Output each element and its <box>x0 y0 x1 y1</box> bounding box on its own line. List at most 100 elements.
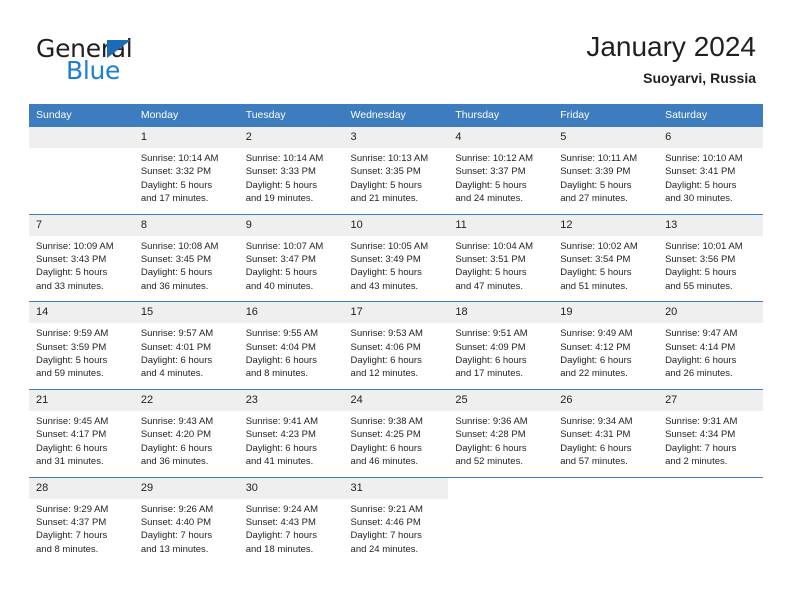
daylight-duration-line1: Daylight: 7 hours <box>140 530 213 542</box>
sunset-time: Sunset: 4:17 PM <box>36 429 107 441</box>
sunset-time: Sunset: 3:39 PM <box>560 166 631 178</box>
day-details: Sunrise: 9:26 AM Sunset: 4:40 PM Daylight:… <box>134 499 239 565</box>
day-number: 5 <box>553 127 659 148</box>
sunrise-time: Sunrise: 9:36 AM <box>455 415 528 427</box>
daylight-duration-line2: and 36 minutes. <box>140 280 209 292</box>
day-details: Sunrise: 10:04 AM Sunset: 3:51 PM Daylight… <box>448 236 553 302</box>
day-details: Sunrise: 10:08 AM Sunset: 3:45 PM Daylight… <box>134 236 239 302</box>
daylight-duration-line1: Daylight: 6 hours <box>455 355 527 367</box>
sunrise-time: Sunrise: 10:04 AM <box>455 240 534 252</box>
calendar-day-cell[interactable]: 4 Sunrise: 10:12 AM Sunset: 3:37 PM Dayligh… <box>448 126 554 215</box>
calendar-day-cell[interactable]: 12 Sunrise: 10:02 AM Sunset: 3:54 PM Daylig… <box>553 213 659 302</box>
day-details: Sunrise: 10:07 AM Sunset: 3:47 PM Daylight… <box>239 236 344 302</box>
daylight-duration-line1: Daylight: 6 hours <box>560 355 632 367</box>
sunset-time: Sunset: 4:28 PM <box>455 429 526 441</box>
calendar-day-cell[interactable]: 19 Sunrise: 9:49 AM Sunset: 4:12 PM Dayligh… <box>553 301 659 390</box>
daylight-duration-line2: and 24 minutes. <box>350 543 419 555</box>
day-number: 20 <box>658 302 763 324</box>
sunset-time: Sunset: 3:32 PM <box>140 166 212 178</box>
calendar-day-cell[interactable]: 29 Sunrise: 9:26 AM Sunset: 4:40 PM Dayligh… <box>133 476 239 565</box>
calendar-day-cell[interactable]: 24 Sunrise: 9:38 AM Sunset: 4:25 PM Dayligh… <box>343 388 449 477</box>
calendar-day-cell[interactable]: 7 Sunrise: 10:09 AM Sunset: 3:43 PM Dayligh… <box>29 213 134 302</box>
daylight-duration-line2: and 59 minutes. <box>36 368 104 380</box>
daylight-duration-line2: and 4 minutes. <box>140 368 204 380</box>
sunset-time: Sunset: 3:45 PM <box>140 254 212 266</box>
calendar-day-cell[interactable]: 6 Sunrise: 10:10 AM Sunset: 3:41 PM Dayligh… <box>658 126 763 215</box>
sunset-time: Sunset: 4:23 PM <box>245 429 316 441</box>
calendar-day-cell[interactable]: 25 Sunrise: 9:36 AM Sunset: 4:28 PM Dayligh… <box>448 388 554 477</box>
calendar-day-cell[interactable]: 8 Sunrise: 10:08 AM Sunset: 3:45 PM Dayligh… <box>133 213 239 302</box>
day-details: Sunrise: 10:01 AM Sunset: 3:56 PM Daylight… <box>658 236 763 302</box>
day-number: 16 <box>238 302 344 324</box>
daylight-duration-line1: Daylight: 5 hours <box>245 179 317 191</box>
calendar-week-row: 28 Sunrise: 9:29 AM Sunset: 4:37 PM Dayligh… <box>29 476 763 565</box>
day-details: Sunrise: 10:10 AM Sunset: 3:41 PM Daylight… <box>658 148 763 214</box>
calendar-day-cell[interactable]: 14 Sunrise: 9:59 AM Sunset: 3:59 PM Dayligh… <box>29 301 134 390</box>
day-details: Sunrise: 9:49 AM Sunset: 4:12 PM Daylight:… <box>553 323 658 389</box>
day-number: 29 <box>133 477 239 499</box>
sunrise-time: Sunrise: 9:53 AM <box>350 328 423 340</box>
day-details: Sunrise: 9:21 AM Sunset: 4:46 PM Daylight:… <box>344 499 449 565</box>
calendar-day-cell[interactable]: 17 Sunrise: 9:53 AM Sunset: 4:06 PM Dayligh… <box>343 301 449 390</box>
calendar-day-cell[interactable]: 20 Sunrise: 9:47 AM Sunset: 4:14 PM Dayligh… <box>658 301 763 390</box>
day-number: 26 <box>553 389 659 411</box>
calendar-day-cell[interactable]: 13 Sunrise: 10:01 AM Sunset: 3:56 PM Daylig… <box>658 213 763 302</box>
calendar-day-cell[interactable]: 31 Sunrise: 9:21 AM Sunset: 4:46 PM Dayligh… <box>343 476 449 565</box>
brand-logo[interactable]: General Blue <box>36 36 236 92</box>
sunrise-time: Sunrise: 10:12 AM <box>455 153 534 164</box>
daylight-duration-line1: Daylight: 6 hours <box>350 355 422 367</box>
calendar-day-cell[interactable]: 1 Sunrise: 10:14 AM Sunset: 3:32 PM Dayligh… <box>133 126 239 215</box>
day-number: 8 <box>133 214 239 236</box>
sunrise-time: Sunrise: 9:59 AM <box>36 328 109 340</box>
day-details: Sunrise: 9:45 AM Sunset: 4:17 PM Daylight:… <box>29 411 134 477</box>
daylight-duration-line2: and 47 minutes. <box>455 280 523 292</box>
sunset-time: Sunset: 4:40 PM <box>140 516 212 528</box>
daylight-duration-line1: Daylight: 6 hours <box>140 442 213 454</box>
sunrise-time: Sunrise: 10:13 AM <box>350 153 429 164</box>
day-details: Sunrise: 9:43 AM Sunset: 4:20 PM Daylight:… <box>134 411 239 477</box>
sunset-time: Sunset: 4:04 PM <box>245 341 316 353</box>
sunrise-time: Sunrise: 9:57 AM <box>140 328 214 340</box>
calendar-day-cell[interactable]: 15 Sunrise: 9:57 AM Sunset: 4:01 PM Dayligh… <box>133 301 239 390</box>
daylight-duration-line1: Daylight: 5 hours <box>560 267 632 279</box>
calendar-day-cell[interactable]: 3 Sunrise: 10:13 AM Sunset: 3:35 PM Dayligh… <box>343 126 449 215</box>
calendar-day-cell[interactable]: 5 Sunrise: 10:11 AM Sunset: 3:39 PM Dayligh… <box>553 126 659 215</box>
sunset-time: Sunset: 3:54 PM <box>560 254 631 266</box>
calendar-day-cell[interactable]: 26 Sunrise: 9:34 AM Sunset: 4:31 PM Dayligh… <box>553 388 659 477</box>
daylight-duration-line2: and 13 minutes. <box>140 543 209 555</box>
calendar-day-cell[interactable]: 16 Sunrise: 9:55 AM Sunset: 4:04 PM Dayligh… <box>238 301 344 390</box>
calendar-day-cell[interactable]: 11 Sunrise: 10:04 AM Sunset: 3:51 PM Daylig… <box>448 213 554 302</box>
calendar-day-cell-empty <box>29 126 134 215</box>
sunset-time: Sunset: 4:43 PM <box>245 516 316 528</box>
daylight-duration-line2: and 31 minutes. <box>36 456 104 468</box>
sunrise-time: Sunrise: 9:41 AM <box>245 415 319 427</box>
calendar-day-cell[interactable]: 27 Sunrise: 9:31 AM Sunset: 4:34 PM Dayligh… <box>658 388 763 477</box>
day-number: 23 <box>238 389 344 411</box>
day-number: 17 <box>343 302 449 324</box>
calendar-day-cell[interactable]: 28 Sunrise: 9:29 AM Sunset: 4:37 PM Dayligh… <box>29 476 134 565</box>
calendar-day-cell[interactable]: 21 Sunrise: 9:45 AM Sunset: 4:17 PM Dayligh… <box>29 388 134 477</box>
calendar-day-cell[interactable]: 9 Sunrise: 10:07 AM Sunset: 3:47 PM Dayligh… <box>238 213 344 302</box>
calendar-day-cell[interactable]: 22 Sunrise: 9:43 AM Sunset: 4:20 PM Dayligh… <box>133 388 239 477</box>
daylight-duration-line2: and 55 minutes. <box>665 280 733 292</box>
day-details: Sunrise: 9:57 AM Sunset: 4:01 PM Daylight:… <box>134 323 239 389</box>
calendar-day-cell[interactable]: 10 Sunrise: 10:05 AM Sunset: 3:49 PM Daylig… <box>343 213 449 302</box>
weekday-header-friday: Friday <box>553 104 659 127</box>
title-block: January 2024 Suoyarvi, Russia <box>586 30 756 88</box>
calendar-day-cell[interactable]: 2 Sunrise: 10:14 AM Sunset: 3:33 PM Dayligh… <box>238 126 344 215</box>
calendar-day-cell[interactable]: 30 Sunrise: 9:24 AM Sunset: 4:43 PM Dayligh… <box>238 476 344 565</box>
sunrise-time: Sunrise: 9:45 AM <box>36 415 109 427</box>
sunrise-time: Sunrise: 10:10 AM <box>665 153 743 164</box>
day-number: 2 <box>238 127 344 148</box>
daylight-duration-line2: and 2 minutes. <box>665 456 728 468</box>
weekday-header-monday: Monday <box>133 104 239 127</box>
sunset-time: Sunset: 4:12 PM <box>560 341 631 353</box>
calendar-day-cell[interactable]: 23 Sunrise: 9:41 AM Sunset: 4:23 PM Dayligh… <box>238 388 344 477</box>
sunset-time: Sunset: 4:31 PM <box>560 429 631 441</box>
daylight-duration-line1: Daylight: 6 hours <box>140 355 213 367</box>
calendar-day-cell[interactable]: 18 Sunrise: 9:51 AM Sunset: 4:09 PM Dayligh… <box>448 301 554 390</box>
calendar-header-row: Sunday Monday Tuesday Wednesday Thursday… <box>29 104 763 127</box>
day-details: Sunrise: 10:12 AM Sunset: 3:37 PM Daylight… <box>448 148 553 214</box>
sunrise-time: Sunrise: 10:01 AM <box>665 240 743 252</box>
daylight-duration-line2: and 46 minutes. <box>350 456 419 468</box>
